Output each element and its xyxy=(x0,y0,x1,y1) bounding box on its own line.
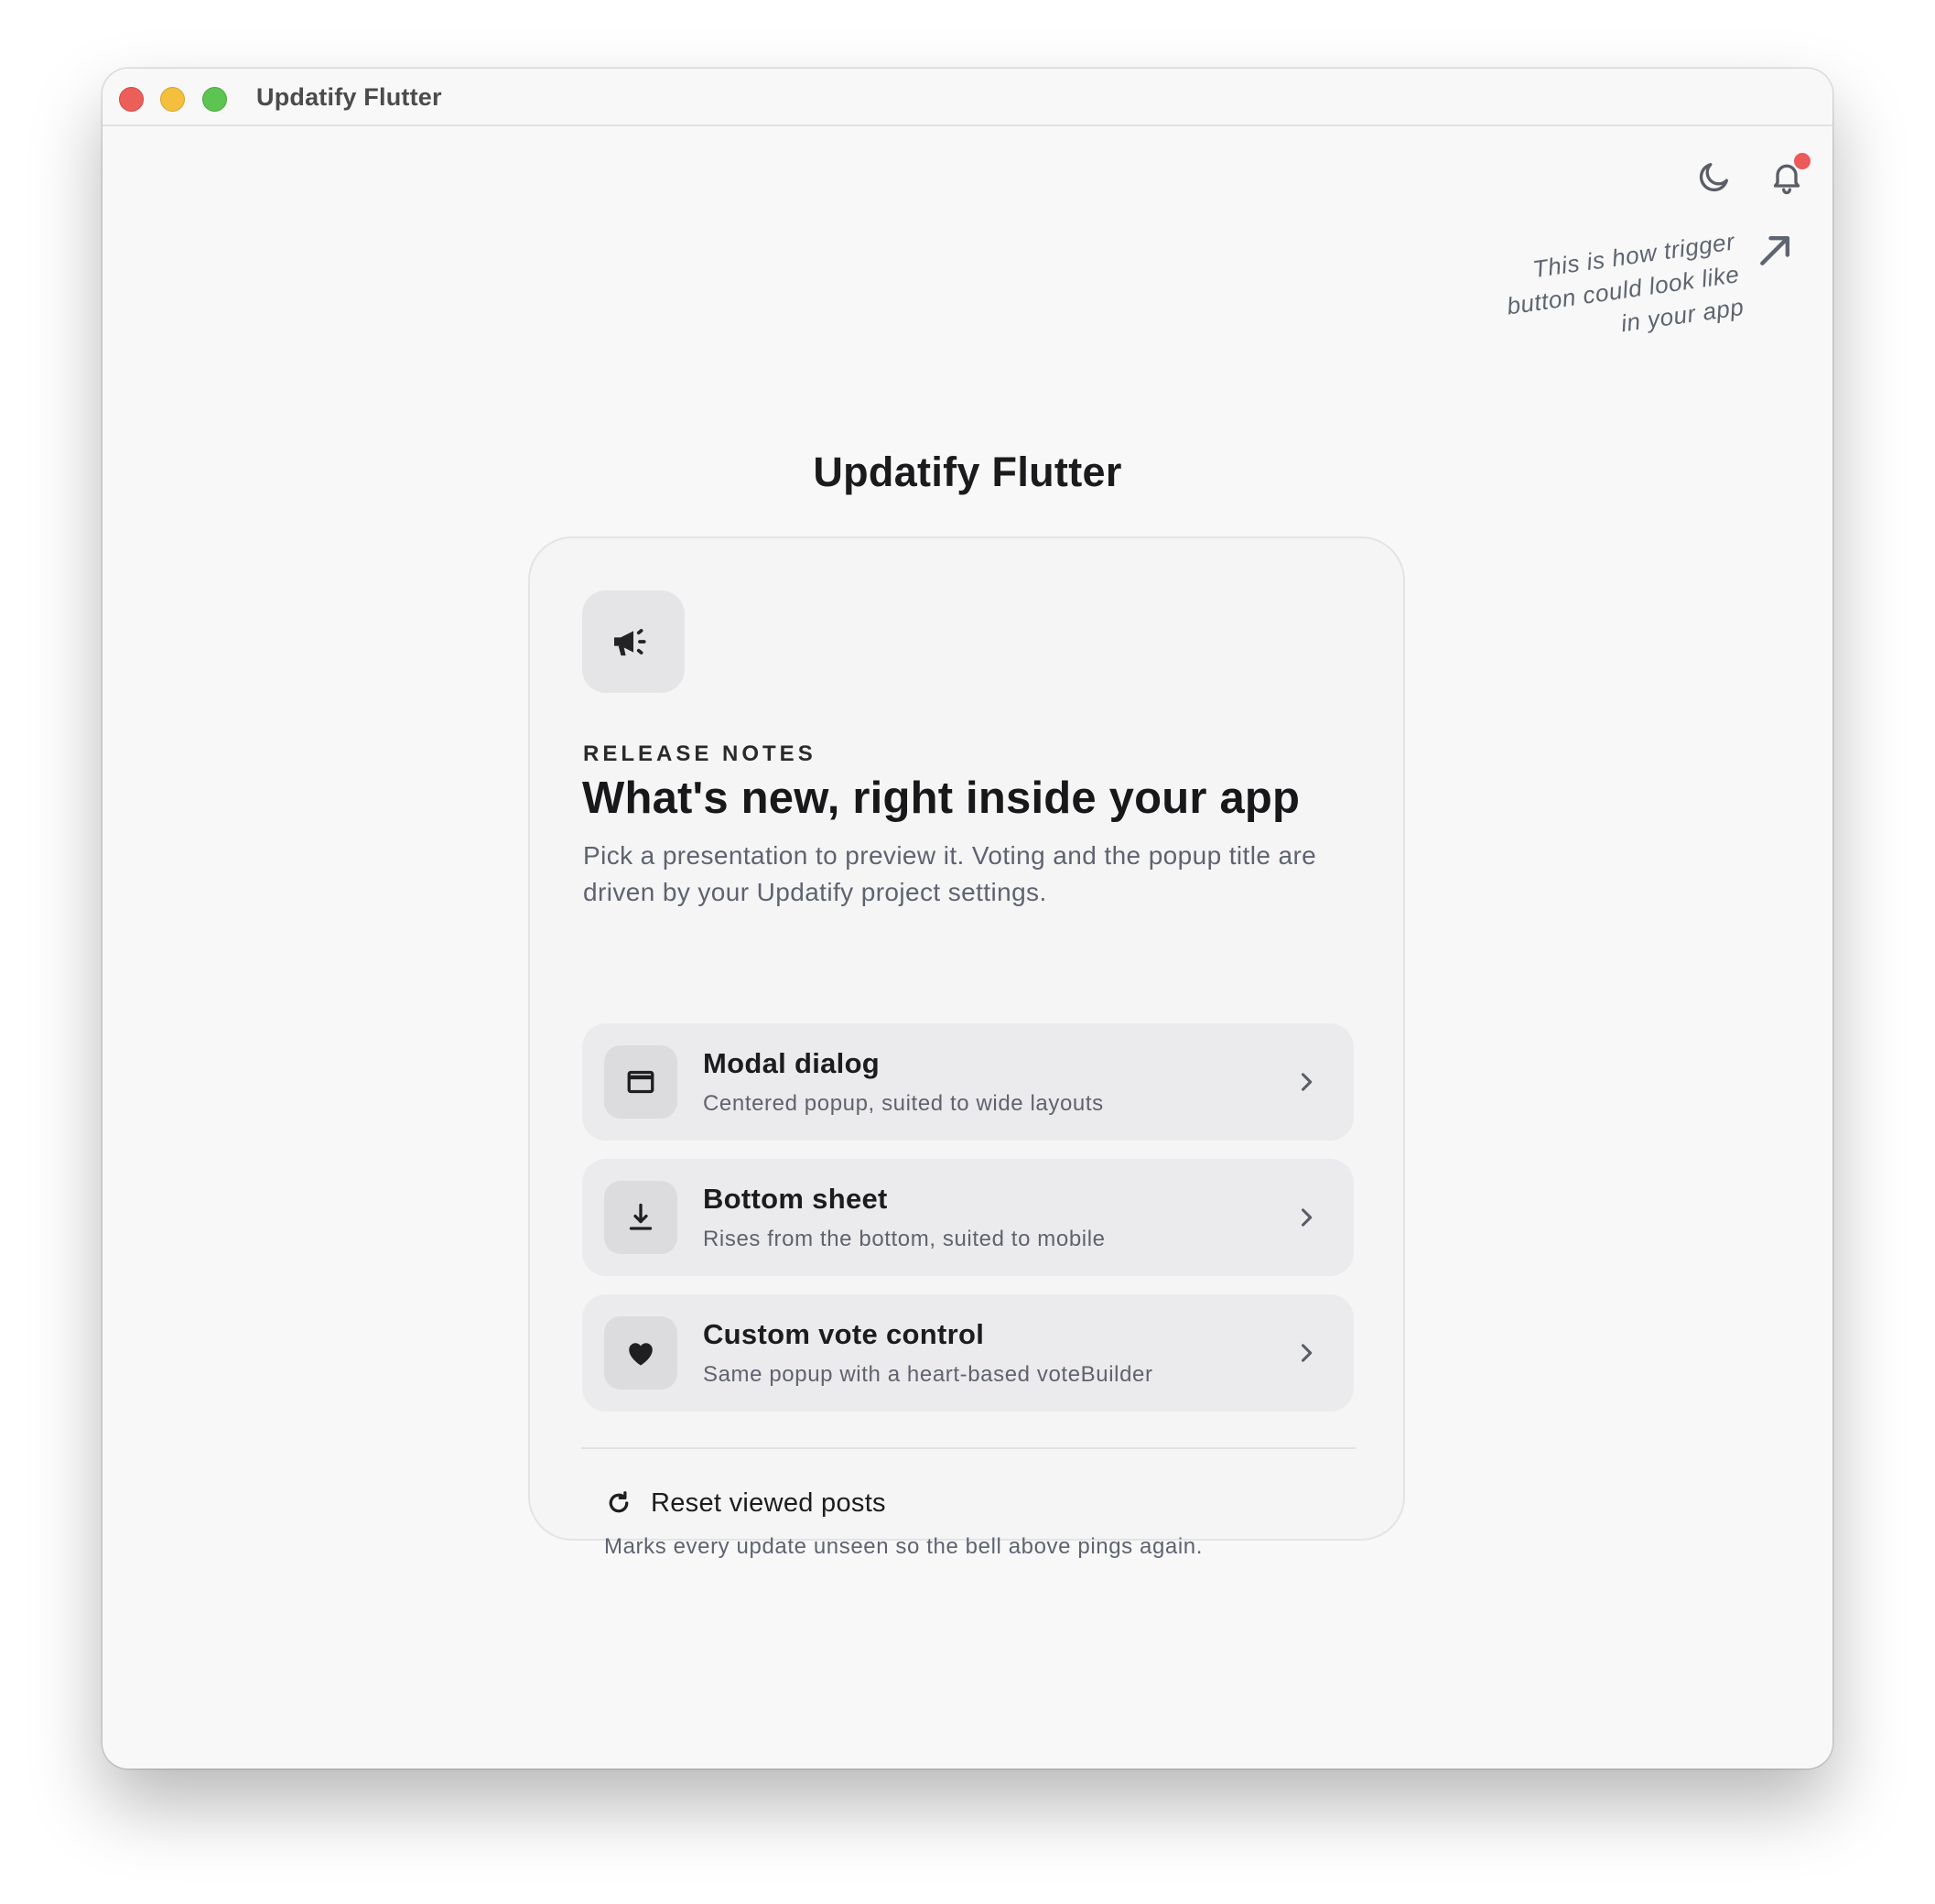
option-title: Custom vote control xyxy=(703,1318,985,1350)
option-subtitle: Rises from the bottom, suited to mobile xyxy=(703,1227,1106,1251)
option-icon-tile xyxy=(604,1045,677,1119)
window-icon xyxy=(627,1070,654,1094)
reset-label: Reset viewed posts xyxy=(651,1488,886,1518)
notification-badge xyxy=(1792,151,1812,171)
close-window-button[interactable] xyxy=(119,87,144,112)
arrow-up-right-icon xyxy=(1760,235,1790,265)
heart-icon xyxy=(629,1343,653,1366)
card-icon-tile xyxy=(582,590,685,693)
option-subtitle: Centered popup, suited to wide layouts xyxy=(703,1091,1104,1116)
minimize-window-button[interactable] xyxy=(160,87,185,112)
option-title: Modal dialog xyxy=(703,1047,881,1079)
option-title: Bottom sheet xyxy=(703,1183,888,1215)
reset-viewed-posts-button[interactable]: Reset viewed posts xyxy=(603,1485,886,1521)
option-custom-vote-control[interactable]: Custom vote control Same popup with a he… xyxy=(582,1294,1354,1412)
option-bottom-sheet[interactable]: Bottom sheet Rises from the bottom, suit… xyxy=(582,1159,1354,1276)
option-modal-dialog[interactable]: Modal dialog Centered popup, suited to w… xyxy=(582,1023,1354,1141)
zoom-window-button[interactable] xyxy=(202,87,227,112)
reset-hint: Marks every update unseen so the bell ab… xyxy=(604,1534,1204,1559)
trigger-hint: This is how trigger button could look li… xyxy=(1465,224,1831,337)
theme-toggle-button[interactable] xyxy=(1692,155,1736,199)
chevron-right-icon xyxy=(1288,1199,1324,1236)
desktop-stage: Updatify Flutter This is how trigger but… xyxy=(0,0,1935,1904)
card-description: Pick a presentation to preview it. Votin… xyxy=(583,841,1317,906)
chevron-right-icon xyxy=(1288,1335,1324,1371)
card-title: What's new, right inside your app xyxy=(582,774,1301,823)
card-eyebrow: RELEASE NOTES xyxy=(583,741,816,766)
megaphone-icon xyxy=(614,629,646,656)
download-icon xyxy=(629,1203,653,1230)
option-subtitle: Same popup with a heart-based voteBuilde… xyxy=(703,1362,1153,1387)
moon-icon xyxy=(1699,163,1728,192)
chevron-right-icon xyxy=(1288,1064,1324,1100)
notifications-button[interactable] xyxy=(1765,151,1812,199)
option-icon-tile xyxy=(604,1316,677,1390)
release-notes-card: RELEASE NOTES What's new, right inside y… xyxy=(528,536,1405,1559)
app-window: Updatify Flutter This is how trigger but… xyxy=(103,69,1832,1769)
refresh-icon xyxy=(603,1488,634,1519)
window-title: Updatify Flutter xyxy=(256,83,442,111)
title-bar: Updatify Flutter xyxy=(103,69,1832,126)
card-divider xyxy=(581,1447,1356,1449)
trigger-hint-text: This is how trigger button could look li… xyxy=(1460,225,1746,362)
option-icon-tile xyxy=(604,1181,677,1254)
page-title: Updatify Flutter xyxy=(813,449,1122,495)
